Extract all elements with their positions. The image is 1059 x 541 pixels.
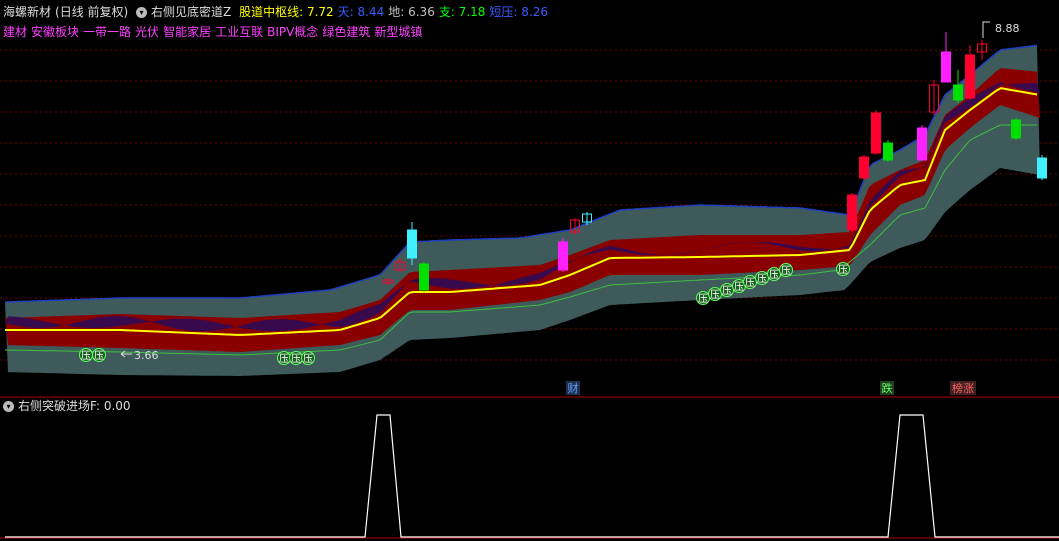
indicator-item-3: 支: 7.18 — [438, 5, 486, 19]
candle-body — [941, 51, 951, 83]
pressure-text: 压 — [303, 353, 313, 365]
sub-indicator-name[interactable]: 右侧突破进场F — [18, 399, 96, 413]
pressure-text: 压 — [734, 281, 744, 293]
indicator-name[interactable]: 右侧见底密道Z — [151, 5, 231, 19]
candle-body — [847, 194, 857, 231]
pressure-mark: 压 — [708, 287, 722, 301]
pressure-text: 压 — [838, 264, 848, 276]
low-price-label: 3.66 — [134, 349, 159, 362]
candle-body — [859, 156, 869, 179]
candle-body — [883, 142, 893, 161]
tag-item[interactable]: 绿色建筑 — [322, 25, 370, 39]
candle-body — [917, 127, 927, 161]
pressure-mark: 压 — [696, 291, 710, 305]
tag-item[interactable]: 新型城镇 — [374, 25, 422, 39]
main-header: 海螺新材 (日线 前复权) ▾ 右侧见底密道Z 股道中枢线: 7.72 天: 8.44… — [3, 5, 556, 19]
high-price-label: 8.88 — [995, 22, 1020, 35]
tag-item[interactable]: 建材 — [3, 25, 27, 39]
candle-body — [1011, 119, 1021, 139]
pressure-mark: 压 — [779, 263, 793, 277]
indicator-item-1: 天: 8.44 — [337, 5, 385, 19]
candle-body — [407, 229, 417, 259]
pressure-mark: 压 — [79, 348, 93, 362]
signal-label: 跌 — [882, 381, 893, 395]
period-label[interactable]: (日线 前复权) — [55, 5, 128, 19]
high-arrow — [982, 21, 990, 38]
candle-body — [953, 84, 963, 101]
tag-item[interactable]: BIPV概念 — [267, 25, 318, 39]
stock-name[interactable]: 海螺新材 — [3, 5, 51, 19]
candle-body — [871, 112, 881, 154]
pressure-mark: 压 — [767, 267, 781, 281]
sub-chart — [5, 414, 1059, 538]
pressure-mark: 压 — [277, 351, 291, 365]
chart-canvas: 8.883.66 压压压压压压压压压压压压压压财跌榜涨 — [0, 21, 1059, 539]
pressure-mark: 压 — [301, 351, 315, 365]
pressure-mark: 压 — [92, 348, 106, 362]
indicator-item-2: 地: 6.36 — [388, 5, 435, 19]
pressure-text: 压 — [781, 265, 791, 277]
tag-item[interactable]: 安徽板块 — [31, 25, 79, 39]
pressure-text: 压 — [81, 350, 91, 362]
pressure-text: 压 — [769, 269, 779, 281]
indicator-item-0: 股道中枢线: 7.72 — [239, 5, 334, 19]
chevron-down-icon[interactable]: ▾ — [3, 401, 14, 412]
tag-item[interactable]: 智能家居 — [163, 25, 211, 39]
candle-body — [1037, 157, 1047, 179]
signal-pulse-line — [5, 414, 1059, 538]
pressure-mark: 压 — [720, 283, 734, 297]
indicator-item-4: 短压: 8.26 — [489, 5, 548, 19]
sub-indicator-value: : 0.00 — [95, 399, 131, 413]
pressure-mark: 压 — [289, 351, 303, 365]
candle-body — [419, 263, 429, 291]
candle-body — [965, 54, 975, 99]
sub-header: ▾ 右侧突破进场F: 0.00 — [3, 399, 135, 413]
pressure-text: 压 — [279, 353, 289, 365]
pressure-text: 压 — [745, 277, 755, 289]
concept-tags: 建材 安徽板块 一带一路 光伏 智能家居 工业互联 BIPV概念 绿色建筑 新型城镇 — [3, 25, 426, 39]
pressure-text: 压 — [722, 285, 732, 297]
price-bands — [4, 44, 1040, 377]
pressure-mark: 压 — [743, 275, 757, 289]
pressure-mark: 压 — [836, 262, 850, 276]
tag-item[interactable]: 一带一路 — [83, 25, 131, 39]
pressure-text: 压 — [291, 353, 301, 365]
pressure-text: 压 — [698, 293, 708, 305]
signal-label: 财 — [568, 381, 579, 395]
candle-body — [558, 241, 568, 271]
chevron-down-icon[interactable]: ▾ — [136, 7, 148, 18]
tag-item[interactable]: 光伏 — [135, 25, 159, 39]
pressure-text: 压 — [710, 289, 720, 301]
signal-label: 榜涨 — [952, 381, 974, 395]
indicator-values: 股道中枢线: 7.72 天: 8.44 地: 6.36 支: 7.18 短压: 8.26 — [239, 5, 552, 19]
pressure-text: 压 — [94, 350, 104, 362]
pressure-text: 压 — [757, 273, 767, 285]
pressure-mark: 压 — [755, 271, 769, 285]
tag-item[interactable]: 工业互联 — [215, 25, 263, 39]
